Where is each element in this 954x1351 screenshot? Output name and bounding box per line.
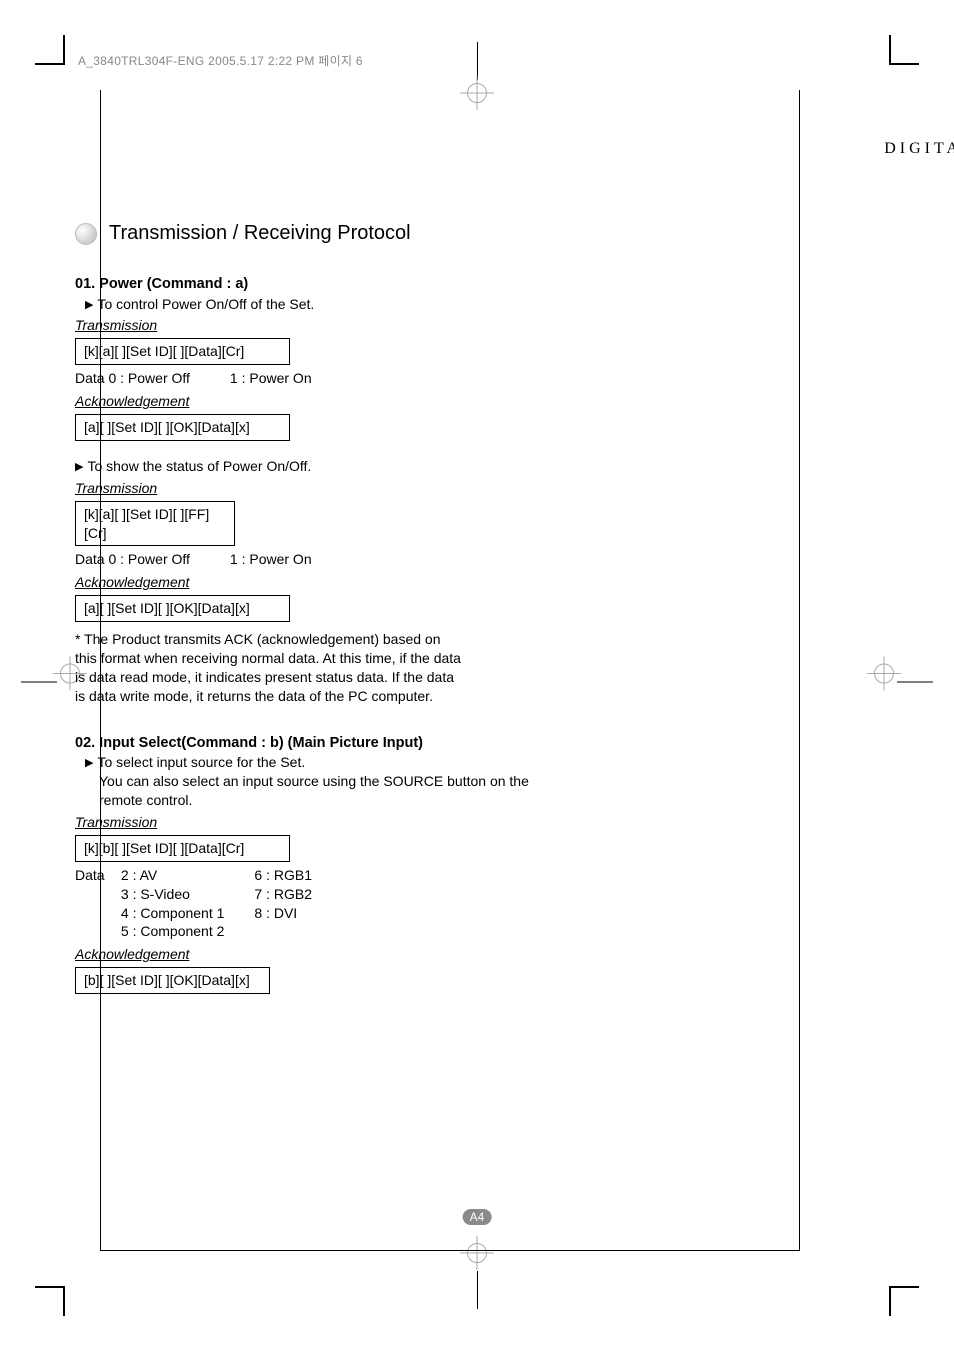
crop-mark-bl: [35, 1286, 65, 1316]
ack-code-01a: [a][ ][Set ID][ ][OK][Data][x]: [75, 414, 290, 441]
bullet-sphere-icon: [75, 223, 97, 245]
cmd-01-desc: ▶To control Power On/Off of the Set.: [85, 295, 575, 314]
transmission-label: Transmission: [75, 813, 575, 832]
transmission-code-01b: [k][a][ ][Set ID][ ][FF][Cr]: [75, 501, 235, 547]
content-area: Transmission / Receiving Protocol 01. Po…: [75, 220, 575, 998]
ack-label: Acknowledgement: [75, 573, 575, 592]
list-item: 5 : Component 2: [121, 922, 225, 941]
ack-code-02: [b][ ][Set ID][ ][OK][Data][x]: [75, 967, 270, 994]
registration-mark-left: [18, 660, 80, 691]
ack-label: Acknowledgement: [75, 392, 575, 411]
page-bottom-border: [100, 1250, 800, 1251]
ack-label: Acknowledgement: [75, 945, 575, 964]
ack-code-01b: [a][ ][Set ID][ ][OK][Data][x]: [75, 595, 290, 622]
list-item: 7 : RGB2: [254, 885, 312, 904]
section-title: Transmission / Receiving Protocol: [109, 220, 411, 247]
list-item: 2 : AV: [121, 866, 225, 885]
cmd-01-title: 01. Power (Command : a): [75, 275, 575, 295]
arrow-icon: ▶: [85, 299, 93, 311]
transmission-label: Transmission: [75, 479, 575, 498]
arrow-icon: ▶: [85, 757, 93, 769]
transmission-label: Transmission: [75, 316, 575, 335]
cmd-02-title: 02. Input Select(Command : b) (Main Pict…: [75, 734, 575, 754]
page-number: A4: [463, 1209, 492, 1225]
crop-mark-tr: [889, 35, 919, 65]
list-item: 3 : S-Video: [121, 885, 225, 904]
list-item: 8 : DVI: [254, 904, 312, 923]
ack-note: * The Product transmits ACK (acknowledge…: [75, 630, 465, 706]
data-table-02: Data 2 : AV 3 : S-Video 4 : Component 1 …: [75, 866, 575, 942]
list-item: 6 : RGB1: [254, 866, 312, 885]
brand-logo: DIGITALezLG: [814, 140, 954, 159]
cmd-01-desc2: ▶To show the status of Power On/Off.: [75, 457, 575, 476]
cmd-02-desc: ▶To select input source for the Set. You…: [85, 753, 575, 810]
transmission-code-02: [k][b][ ][Set ID][ ][Data][Cr]: [75, 835, 290, 862]
crop-mark-br: [889, 1286, 919, 1316]
arrow-icon: ▶: [75, 461, 83, 473]
section-header: Transmission / Receiving Protocol: [75, 220, 575, 247]
transmission-code-01a: [k][a][ ][Set ID][ ][Data][Cr]: [75, 338, 290, 365]
registration-mark-right: [874, 660, 936, 691]
crop-mark-tl: [35, 35, 65, 65]
list-item: 4 : Component 1: [121, 904, 225, 923]
data-row-01b: Data 0 : Power Off1 : Power On: [75, 550, 575, 569]
brand-digital: DIGITAL: [884, 140, 954, 157]
file-header-note: A_3840TRL304F-ENG 2005.5.17 2:22 PM 페이지 …: [78, 52, 363, 69]
data-row-01a: Data 0 : Power Off1 : Power On: [75, 369, 575, 388]
